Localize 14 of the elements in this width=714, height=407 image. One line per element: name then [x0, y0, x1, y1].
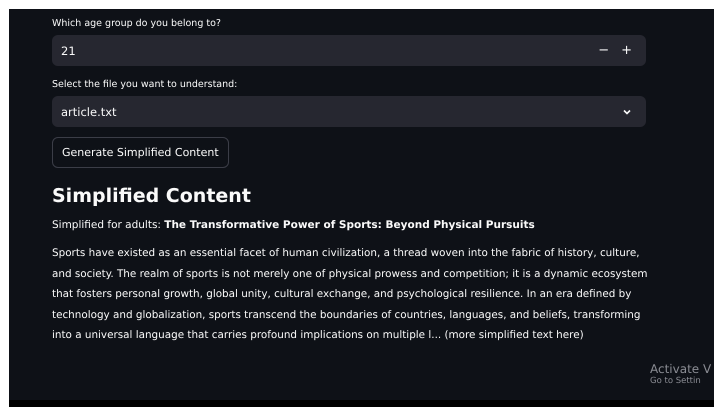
input-value: 21	[61, 44, 77, 58]
decrement-button[interactable]: −	[592, 43, 616, 58]
body-paragraph: Sports have existed as an essential facet of human civilization, a thread woven into the fabric of history, culture, and society. The realm of sports is not merely one of physical prowess and competition; it is a dynamic ecosystem that fosters personal growth, global unity, cultural exchange, and psychological resilience. In an era defined by technology and globalization, sports transcend the boundaries of countries, languages, and beliefs, transforming into a universal language that carries profound implications on multiple l... (more simplified text here)	[52, 246, 649, 343]
file-select[interactable]: article.txt	[52, 96, 646, 127]
activation-subtitle: Go to Settin	[650, 376, 702, 386]
generate-button[interactable]: Generate Simplified Content	[52, 137, 229, 168]
field-label: Which age group do you belong to?	[52, 18, 222, 29]
increment-button[interactable]: +	[615, 43, 638, 58]
number-input[interactable]: 21 − +	[52, 35, 646, 66]
field-label: Select the file you want to understand:	[52, 79, 238, 90]
subtitle-text: Simplified for adults: The Transformative Power of Sports: Beyond Physical Pursuits	[52, 219, 536, 231]
select-value: article.txt	[61, 104, 118, 118]
section-heading: Simplified Content	[52, 185, 252, 207]
activation-title: Activate V	[650, 362, 712, 376]
